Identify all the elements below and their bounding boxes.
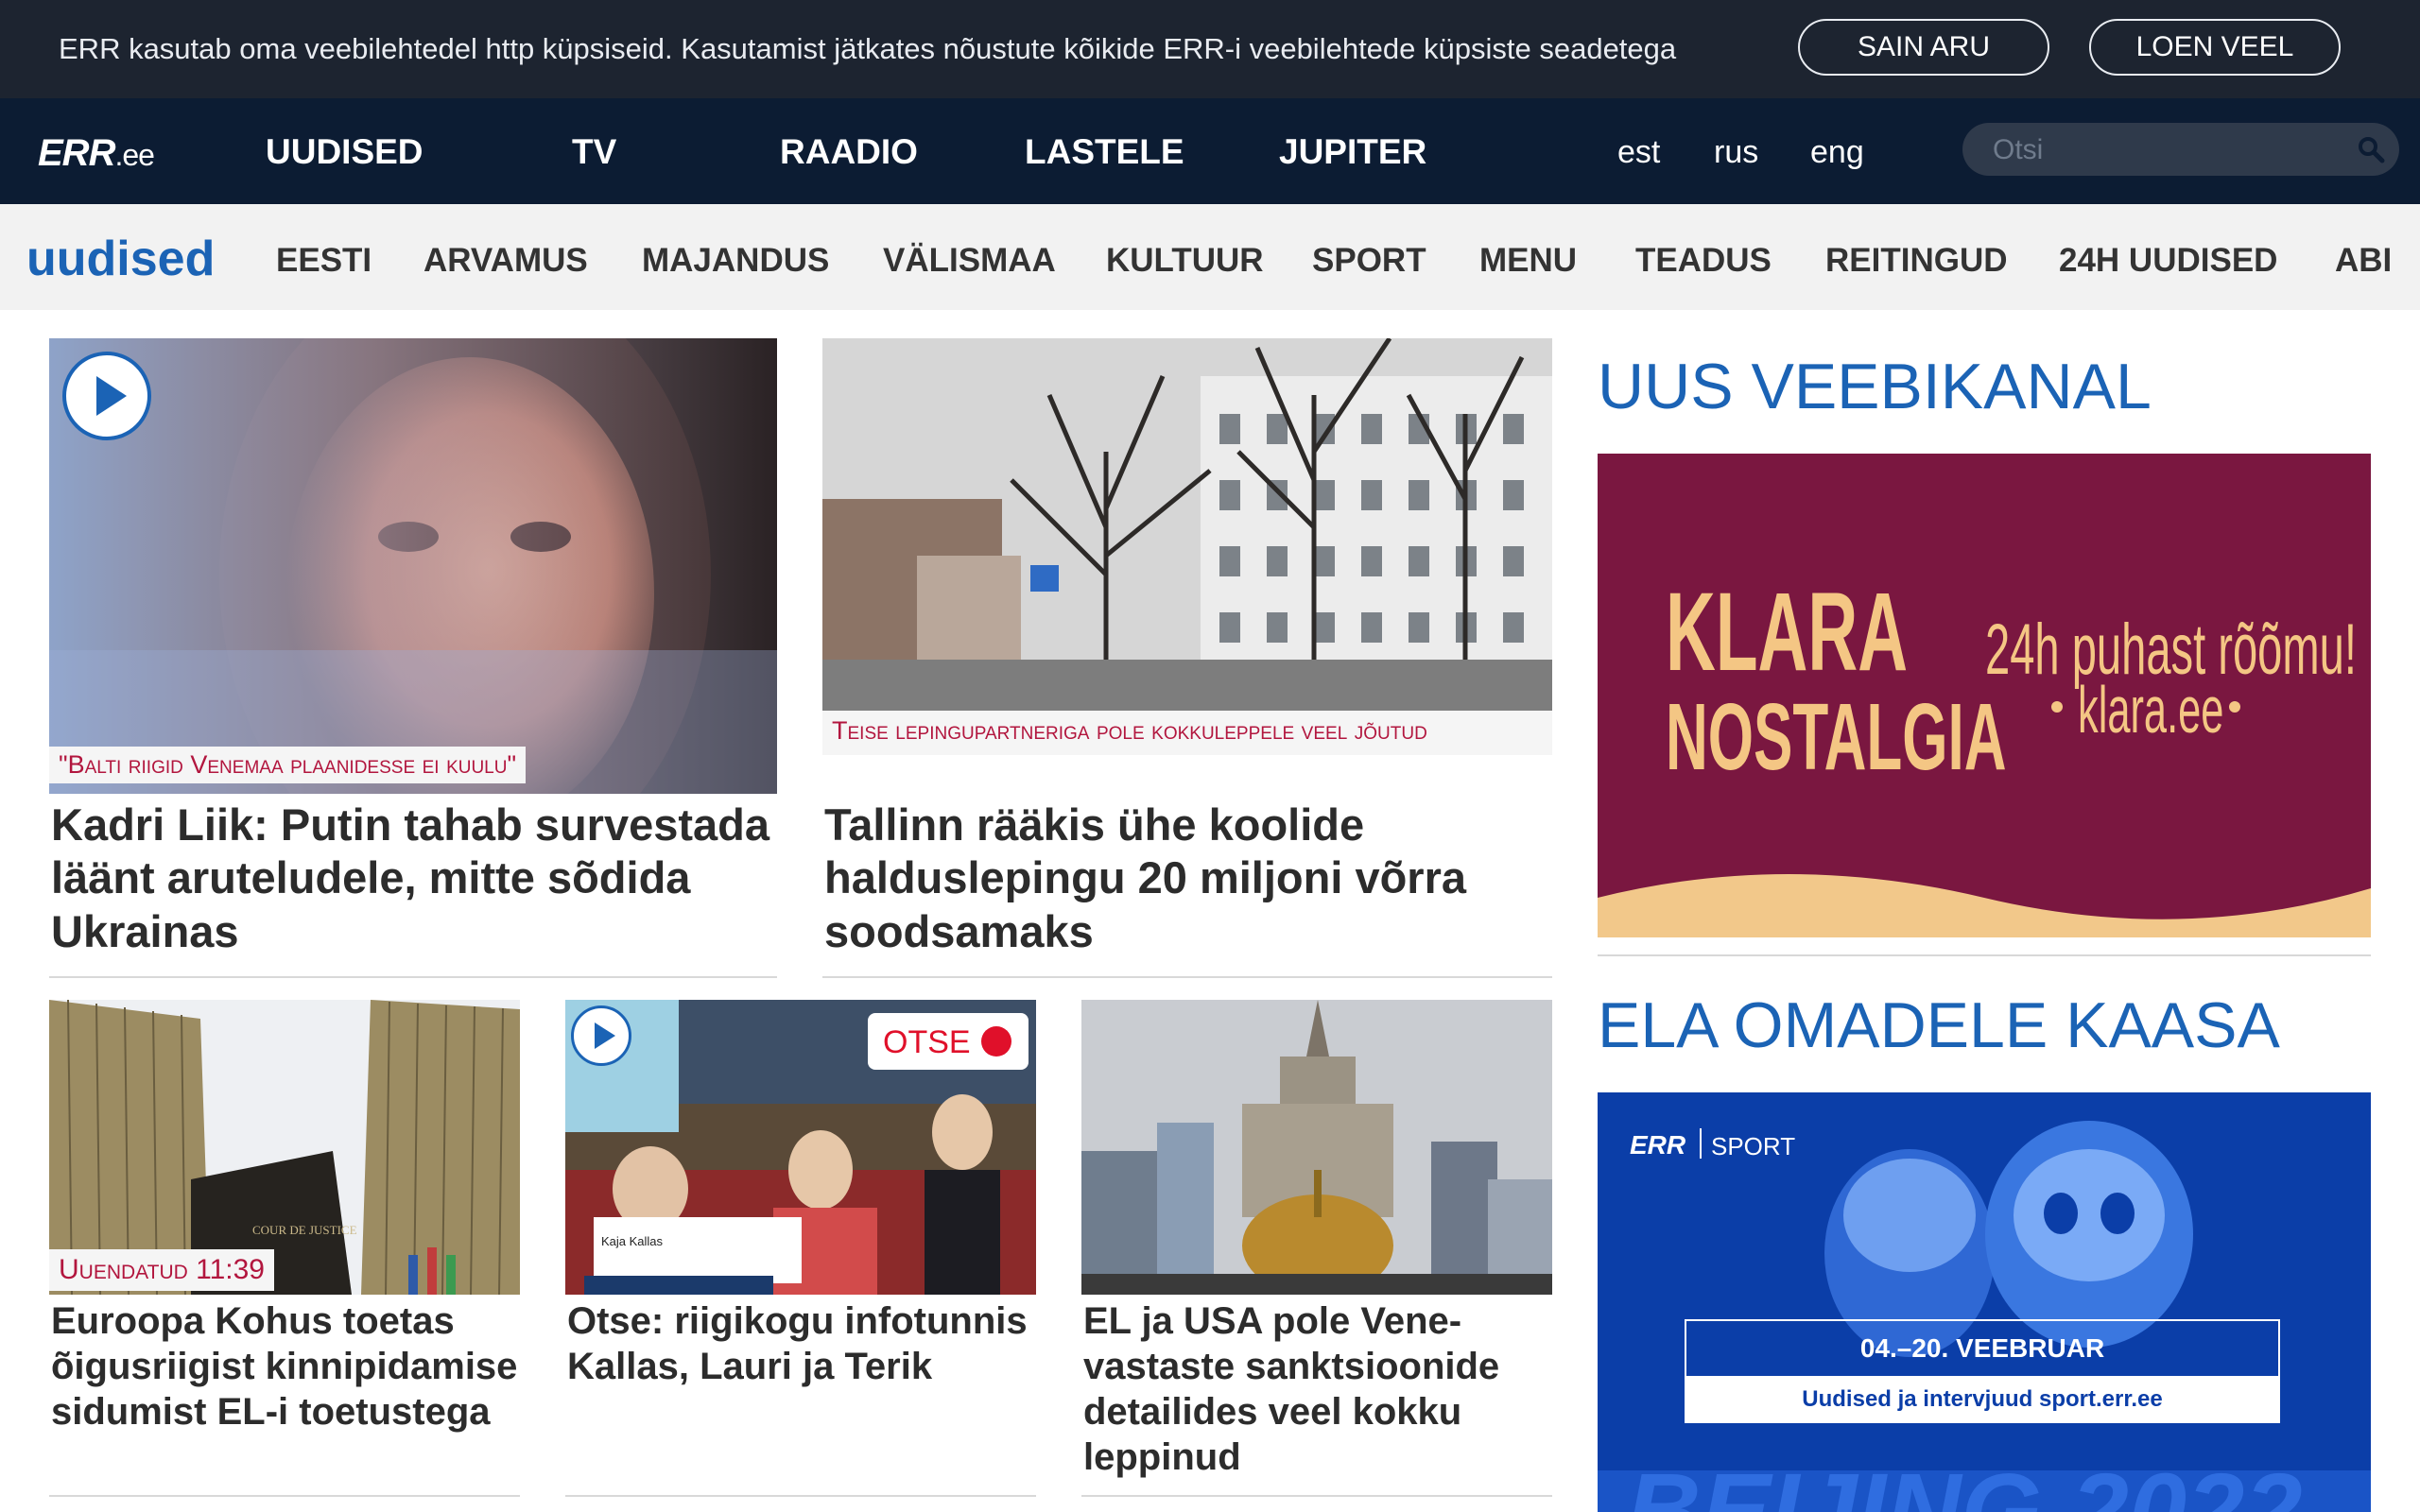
lang-eng[interactable]: eng bbox=[1810, 134, 1864, 171]
ad-title-2: NOSTALGIA bbox=[1666, 684, 2007, 790]
cookie-banner: ERR kasutab oma veebilehtedel http küpsi… bbox=[0, 0, 2420, 98]
ad2-tagline: Uudised ja intervjuud sport.err.ee bbox=[1685, 1376, 2280, 1423]
article-3-title[interactable]: Euroopa Kohus toetas õigusriigist kinnip… bbox=[51, 1298, 524, 1435]
live-dot-icon bbox=[981, 1026, 1011, 1057]
sec-reitingud[interactable]: REITINGUD bbox=[1825, 242, 2008, 280]
live-label: OTSE bbox=[883, 1024, 971, 1060]
video-play-icon[interactable] bbox=[62, 352, 151, 440]
nav-lastele[interactable]: LASTELE bbox=[1025, 132, 1184, 172]
article-1-kicker: "Balti riigid Venemaa plaanidesse ei kuu… bbox=[49, 747, 527, 784]
sec-arvamus[interactable]: ARVAMUS bbox=[424, 242, 588, 280]
divider bbox=[49, 1495, 520, 1497]
sec-teadus[interactable]: TEADUS bbox=[1635, 242, 1772, 280]
ad2-dates: 04.–20. VEEBRUAR bbox=[1685, 1319, 2280, 1378]
ad2-brand-section: SPORT bbox=[1711, 1132, 1796, 1160]
search-icon[interactable] bbox=[2356, 134, 2386, 164]
section-title[interactable]: uudised bbox=[26, 231, 215, 287]
logo-suffix: .ee bbox=[114, 138, 154, 172]
section-navigation: uudised EESTI ARVAMUS MAJANDUS VÄLISMAA … bbox=[0, 204, 2420, 310]
divider bbox=[822, 976, 1552, 978]
ad2-separator bbox=[1700, 1128, 1702, 1159]
logo-main: ERR bbox=[38, 132, 115, 174]
ad2-brand: ERR bbox=[1630, 1130, 1686, 1160]
ad-url: klara.ee bbox=[2078, 673, 2224, 747]
ad-title-1: KLARA bbox=[1666, 570, 1909, 695]
nav-uudised[interactable]: UUDISED bbox=[266, 132, 424, 172]
article-2-image[interactable] bbox=[822, 338, 1552, 711]
sec-eesti[interactable]: EESTI bbox=[276, 242, 372, 280]
article-5-image[interactable] bbox=[1081, 1000, 1552, 1295]
sidebar-heading-1: UUS VEEBIKANAL bbox=[1598, 351, 2152, 422]
search-input[interactable] bbox=[1991, 132, 2354, 168]
ad-dot-icon bbox=[2229, 701, 2240, 713]
lang-est[interactable]: est bbox=[1617, 134, 1660, 171]
svg-text:COUR DE JUSTICE: COUR DE JUSTICE bbox=[252, 1223, 357, 1237]
article-2-kicker: Teise lepingupartneriga pole kokkuleppel… bbox=[822, 711, 1552, 756]
divider bbox=[565, 1495, 1036, 1497]
sec-sport[interactable]: SPORT bbox=[1312, 242, 1426, 280]
sec-abi[interactable]: ABI bbox=[2335, 242, 2392, 280]
lang-rus[interactable]: rus bbox=[1714, 134, 1758, 171]
err-sport-ad-banner[interactable]: ERR SPORT 04.–20. VEEBRUAR Uudised ja in… bbox=[1598, 1092, 2371, 1512]
sec-24h-uudised[interactable]: 24H UUDISED bbox=[2059, 242, 2277, 280]
divider bbox=[1081, 1495, 1552, 1497]
err-logo[interactable]: ERR.ee bbox=[38, 132, 155, 175]
sidebar-heading-2: ELA OMADELE KAASA bbox=[1598, 989, 2280, 1061]
top-navigation: ERR.ee UUDISED TV RAADIO LASTELE JUPITER… bbox=[0, 98, 2420, 204]
ad2-big-text: BEIJING 2022 bbox=[1626, 1452, 2303, 1512]
article-3-kicker: Uuendatud 11:39 bbox=[49, 1249, 274, 1291]
divider bbox=[1598, 954, 2371, 956]
sec-menu[interactable]: MENU bbox=[1479, 242, 1577, 280]
svg-text:Kaja Kallas: Kaja Kallas bbox=[601, 1234, 664, 1248]
sec-valismaa[interactable]: VÄLISMAA bbox=[883, 242, 1056, 280]
article-1-image[interactable] bbox=[49, 338, 777, 794]
article-4-title[interactable]: Otse: riigikogu infotunnis Kallas, Lauri… bbox=[567, 1298, 1040, 1389]
nav-tv[interactable]: TV bbox=[572, 132, 616, 172]
search-box bbox=[1962, 123, 2399, 176]
article-1-title[interactable]: Kadri Liik: Putin tahab survestada läänt… bbox=[51, 799, 788, 958]
ad-dot-icon bbox=[2051, 701, 2063, 713]
nav-jupiter[interactable]: JUPITER bbox=[1279, 132, 1426, 172]
nav-raadio[interactable]: RAADIO bbox=[780, 132, 918, 172]
cookie-accept-button[interactable]: SAIN ARU bbox=[1798, 19, 2049, 76]
cookie-text: ERR kasutab oma veebilehtedel http küpsi… bbox=[59, 32, 1677, 65]
sec-kultuur[interactable]: KULTUUR bbox=[1106, 242, 1264, 280]
live-badge: OTSE bbox=[868, 1013, 1028, 1070]
article-5-title[interactable]: EL ja USA pole Vene-vastaste sanktsiooni… bbox=[1083, 1298, 1556, 1480]
video-play-icon[interactable] bbox=[571, 1005, 631, 1066]
cookie-more-button[interactable]: LOEN VEEL bbox=[2089, 19, 2341, 76]
article-2-title[interactable]: Tallinn rääkis ühe koolide halduslepingu… bbox=[824, 799, 1552, 958]
klara-ad-banner[interactable]: KLARA NOSTALGIA 24h puhast rõõmu! klara.… bbox=[1598, 454, 2371, 937]
sec-majandus[interactable]: MAJANDUS bbox=[642, 242, 829, 280]
divider bbox=[49, 976, 777, 978]
